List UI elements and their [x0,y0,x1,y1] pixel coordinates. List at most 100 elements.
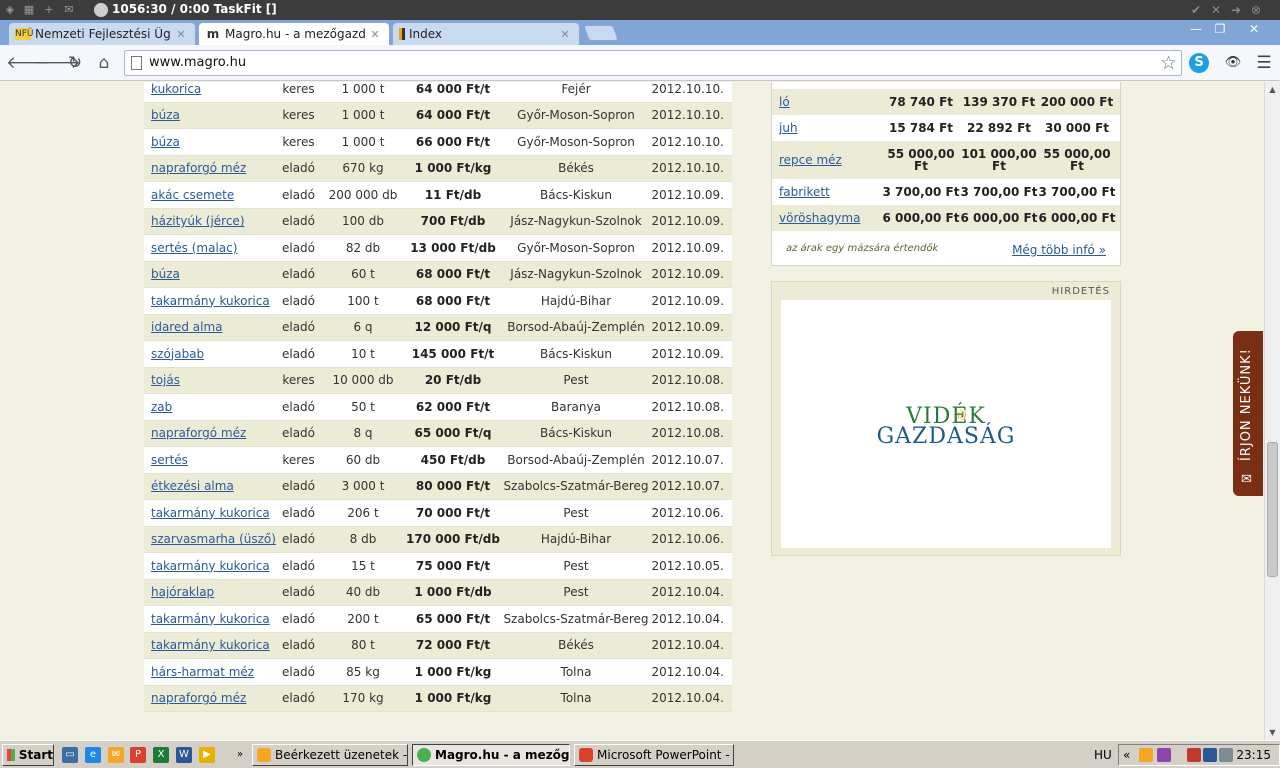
tray-expand-icon[interactable]: « [1123,748,1137,762]
listing-item-link[interactable]: idared alma [144,320,276,334]
powerpoint-icon [579,748,593,762]
check-icon[interactable]: ✔ [1188,2,1204,18]
listing-item-link[interactable]: étkezési alma [144,479,276,493]
close-tab-icon[interactable]: ✕ [369,28,381,41]
close-tab-icon[interactable]: ✕ [559,28,571,41]
listing-item-link[interactable]: sertés (malac) [144,241,276,255]
listing-county: Bács-Kiskun [539,346,612,361]
listing-item-link[interactable]: napraforgó méz [144,426,276,440]
listing-item-link[interactable]: akác csemete [144,188,276,202]
listing-item-link[interactable]: napraforgó méz [144,161,276,175]
table-row: idared alma eladó 6 q 12 000 Ft/q Borsod-Aba… [144,314,732,341]
price-value-v3: 3 700,00 Ft [1038,185,1116,199]
vertical-scrollbar[interactable]: ▲ ▼ [1264,82,1280,740]
extension-eye-icon[interactable]: 👁 [1223,53,1243,73]
windows-taskbar: Start ▭ e ✉ P X W ▶ » Beérkezett üzenete… [0,740,1280,768]
restore-icon[interactable]: ❐ [1209,21,1231,37]
ad-banner[interactable]: VIDÉK új GAZDASÁG [781,300,1111,548]
listing-item-link[interactable]: hajóraklap [144,585,276,599]
forward-icon[interactable]: ➜ [1228,2,1244,18]
taskbar-button-chrome[interactable]: Magro.hu - a mezőga... [412,744,570,766]
listing-item-link[interactable]: takarmány kukorica [144,638,276,652]
price-product-link[interactable]: fabrikett [772,185,882,199]
listing-price: 75 000 Ft/t [415,558,491,573]
tab-magro[interactable]: m Magro.hu - a mezőgazdaság ✕ [198,22,390,45]
media-player-icon[interactable]: ▶ [199,747,215,763]
listing-item-link[interactable]: sertés [144,453,276,467]
close-icon[interactable]: ✕ [1208,2,1224,18]
internet-explorer-icon[interactable]: e [85,747,101,763]
new-tab-button[interactable] [583,25,619,41]
skype-icon[interactable]: S [1189,53,1209,73]
network-tray-icon[interactable] [1157,748,1171,762]
close-tab-icon[interactable]: ✕ [175,28,187,41]
overflow-chevron-icon[interactable]: » [232,747,248,763]
price-value-v2: 6 000,00 Ft [960,211,1038,225]
address-bar[interactable]: ☆ [124,50,1182,76]
volume-icon[interactable] [1219,748,1233,762]
excel-icon[interactable]: X [153,747,169,763]
listing-quantity: 200 000 db [328,187,398,202]
thunderbird-tray-icon[interactable] [1139,748,1153,762]
listing-item-link[interactable]: búza [144,108,276,122]
scroll-down-icon[interactable]: ▼ [1265,725,1280,740]
listing-item-link[interactable]: takarmány kukorica [144,559,276,573]
mail-icon[interactable]: ✉ [62,3,76,17]
word-icon[interactable]: W [176,747,192,763]
back-arrow-icon[interactable]: 🡐 [6,52,52,74]
price-product-link[interactable]: ló [772,95,882,109]
start-button[interactable]: Start [2,744,54,766]
thunderbird-icon[interactable]: ✉ [108,747,124,763]
language-indicator[interactable]: HU [1094,748,1112,762]
tab-nfu[interactable]: NFÜ Nemzeti Fejlesztési Ügynöksé ✕ [8,22,196,45]
powerpoint-icon[interactable]: P [130,747,146,763]
listing-date: 2012.10.04. [651,638,724,653]
cancel-icon[interactable]: ⊗ [1248,2,1264,18]
listing-type: eladó [281,267,316,282]
listing-item-link[interactable]: tojás [144,373,276,387]
url-input[interactable] [149,55,1049,70]
listing-item-link[interactable]: takarmány kukorica [144,506,276,520]
price-product-link[interactable]: vöröshagyma [772,211,882,225]
minimize-icon[interactable]: — [1185,21,1207,37]
show-desktop-icon[interactable]: ▭ [62,747,78,763]
display-tray-icon[interactable] [1203,748,1217,762]
table-row: napraforgó méz eladó 8 q 65 000 Ft/q Bács-Ki… [144,420,732,447]
listing-item-link[interactable]: kukorica [144,82,276,96]
listing-type: eladó [281,664,316,679]
price-product-link[interactable]: juh [772,121,882,135]
more-info-link[interactable]: Még több infó » [1012,243,1106,257]
listing-type: eladó [281,505,316,520]
taskbar-button-thunderbird[interactable]: Beérkezett üzenetek - Mi... [252,744,408,766]
tab-index[interactable]: Index ✕ [392,22,580,45]
listing-item-link[interactable]: takarmány kukorica [144,612,276,626]
listing-item-link[interactable]: hárs-harmat méz [144,665,276,679]
listing-type: eladó [281,638,316,653]
grid-icon[interactable]: ▦ [22,3,36,17]
window-close-icon[interactable]: ✕ [1243,21,1265,37]
listing-item-link[interactable]: búza [144,267,276,281]
price-note: az árak egy mázsára értendők [786,243,939,254]
listing-item-link[interactable]: szójabab [144,347,276,361]
listing-county: Békés [558,161,594,176]
forward-arrow-icon[interactable]: 🡒 [35,52,81,74]
feedback-tab[interactable]: ÍRJON NEKÜNK! ✉ [1233,331,1263,496]
scroll-up-icon[interactable]: ▲ [1265,82,1280,97]
menu-icon[interactable]: ◈ [3,3,17,17]
taskbar-button-powerpoint[interactable]: Microsoft PowerPoint - [... [574,744,734,766]
home-icon[interactable]: ⌂ [93,52,115,74]
price-product-link[interactable]: repce méz [772,153,882,167]
bookmark-star-icon[interactable]: ☆ [1160,52,1177,74]
listing-item-link[interactable]: napraforgó méz [144,691,276,705]
security-tray-icon[interactable] [1187,748,1201,762]
scrollbar-thumb[interactable] [1267,442,1278,577]
listing-item-link[interactable]: szarvasmarha (üsző) [144,532,276,546]
listing-item-link[interactable]: takarmány kukorica [144,294,276,308]
reload-icon[interactable]: ↻ [64,52,86,74]
chrome-menu-icon[interactable]: ☰ [1254,53,1274,73]
listing-county: Győr-Moson-Sopron [517,134,635,149]
listing-item-link[interactable]: házityúk (jérce) [144,214,276,228]
listing-item-link[interactable]: búza [144,135,276,149]
add-icon[interactable]: + [42,3,56,17]
listing-item-link[interactable]: zab [144,400,276,414]
